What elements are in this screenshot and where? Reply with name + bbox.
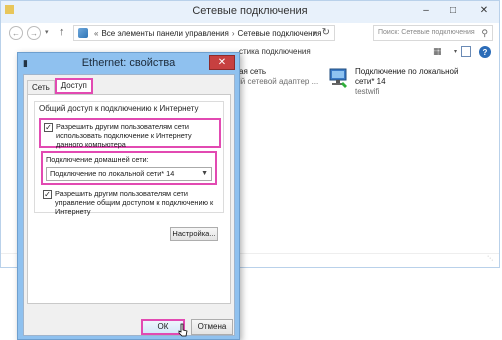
- tab-network[interactable]: Сеть: [27, 80, 55, 94]
- refresh-icon[interactable]: ↻: [322, 27, 330, 38]
- preview-pane-icon[interactable]: [461, 46, 471, 57]
- tab-sharing[interactable]: Доступ: [54, 78, 93, 94]
- breadcrumb-item[interactable]: Все элементы панели управления: [101, 29, 228, 38]
- address-bar[interactable]: « Все элементы панели управления › Сетев…: [73, 25, 335, 41]
- dialog-body: Сеть Доступ Общий доступ к подключению к…: [23, 74, 235, 337]
- explorer-title-bar: Сетевые подключения – □ ✕: [1, 1, 499, 23]
- close-dialog-button[interactable]: ✕: [209, 55, 235, 70]
- tab-strip: Сеть Доступ: [27, 78, 93, 94]
- home-network-highlight: Подключение домашней сети: Подключение п…: [41, 151, 217, 185]
- resize-grip-icon[interactable]: ⋱: [487, 255, 497, 265]
- connection-detail: testwifi: [355, 87, 380, 96]
- allow-control-checkbox[interactable]: ✓: [43, 190, 52, 199]
- chevron-down-icon: ▼: [201, 170, 208, 177]
- breadcrumb-item[interactable]: Сетевые подключения: [238, 29, 322, 38]
- settings-button[interactable]: Настройка...: [170, 227, 218, 241]
- close-window-button[interactable]: ✕: [471, 1, 497, 19]
- home-network-select[interactable]: Подключение по локальной сети* 14 ▼: [46, 167, 212, 181]
- dialog-title-bar[interactable]: ▮ Ethernet: свойства ✕: [18, 53, 239, 73]
- group-title: Общий доступ к подключению к Интернету: [39, 104, 199, 113]
- home-network-label: Подключение домашней сети:: [46, 155, 149, 164]
- allow-sharing-highlight: ✓ Разрешить другим пользователям сети ис…: [39, 118, 221, 149]
- home-network-value: Подключение по локальной сети* 14: [50, 169, 175, 178]
- diagnose-command[interactable]: стика подключения: [239, 47, 311, 56]
- change-view-icon[interactable]: ▦: [433, 46, 447, 57]
- up-arrow-icon[interactable]: ↑: [59, 26, 65, 38]
- sharing-tab-panel: Общий доступ к подключению к Интернету ✓…: [27, 94, 231, 304]
- search-icon[interactable]: ⚲: [481, 26, 488, 40]
- network-adapter-icon: [329, 68, 347, 88]
- breadcrumb-chevron-icon[interactable]: «: [94, 29, 98, 38]
- allow-sharing-label: Разрешить другим пользователям сети испо…: [56, 122, 192, 149]
- search-placeholder: Поиск: Сетевые подключения: [378, 29, 475, 36]
- minimize-button[interactable]: –: [413, 1, 439, 19]
- allow-sharing-checkbox[interactable]: ✓: [44, 123, 53, 132]
- back-icon[interactable]: ←: [9, 26, 23, 40]
- connection-name: Подключение по локальной сети* 14: [355, 67, 459, 86]
- view-dropdown-icon[interactable]: ▾: [454, 48, 457, 55]
- search-input[interactable]: Поиск: Сетевые подключения ⚲: [373, 25, 493, 41]
- mouse-cursor-icon: [178, 323, 188, 337]
- control-panel-icon: [78, 28, 88, 38]
- connection-text: Подключение по локальной сети* 14 testwi…: [355, 67, 465, 97]
- forward-icon[interactable]: →: [27, 26, 41, 40]
- dialog-title: Ethernet: свойства: [81, 57, 176, 69]
- help-icon[interactable]: ?: [479, 46, 491, 58]
- allow-control-label: Разрешить другим пользователям сети упра…: [55, 189, 214, 216]
- maximize-button[interactable]: □: [440, 1, 466, 19]
- ics-group: Общий доступ к подключению к Интернету ✓…: [34, 101, 224, 216]
- ethernet-properties-dialog: ▮ Ethernet: свойства ✕ Сеть Доступ Общий…: [17, 52, 240, 340]
- breadcrumb-chevron-icon[interactable]: ›: [232, 29, 235, 38]
- recent-locations-icon[interactable]: ▾: [45, 28, 49, 36]
- cancel-button[interactable]: Отмена: [191, 319, 233, 335]
- navigation-bar: ← → ▾ ↑ « Все элементы панели управления…: [1, 23, 499, 43]
- address-dropdown-icon[interactable]: ▾: [312, 29, 316, 37]
